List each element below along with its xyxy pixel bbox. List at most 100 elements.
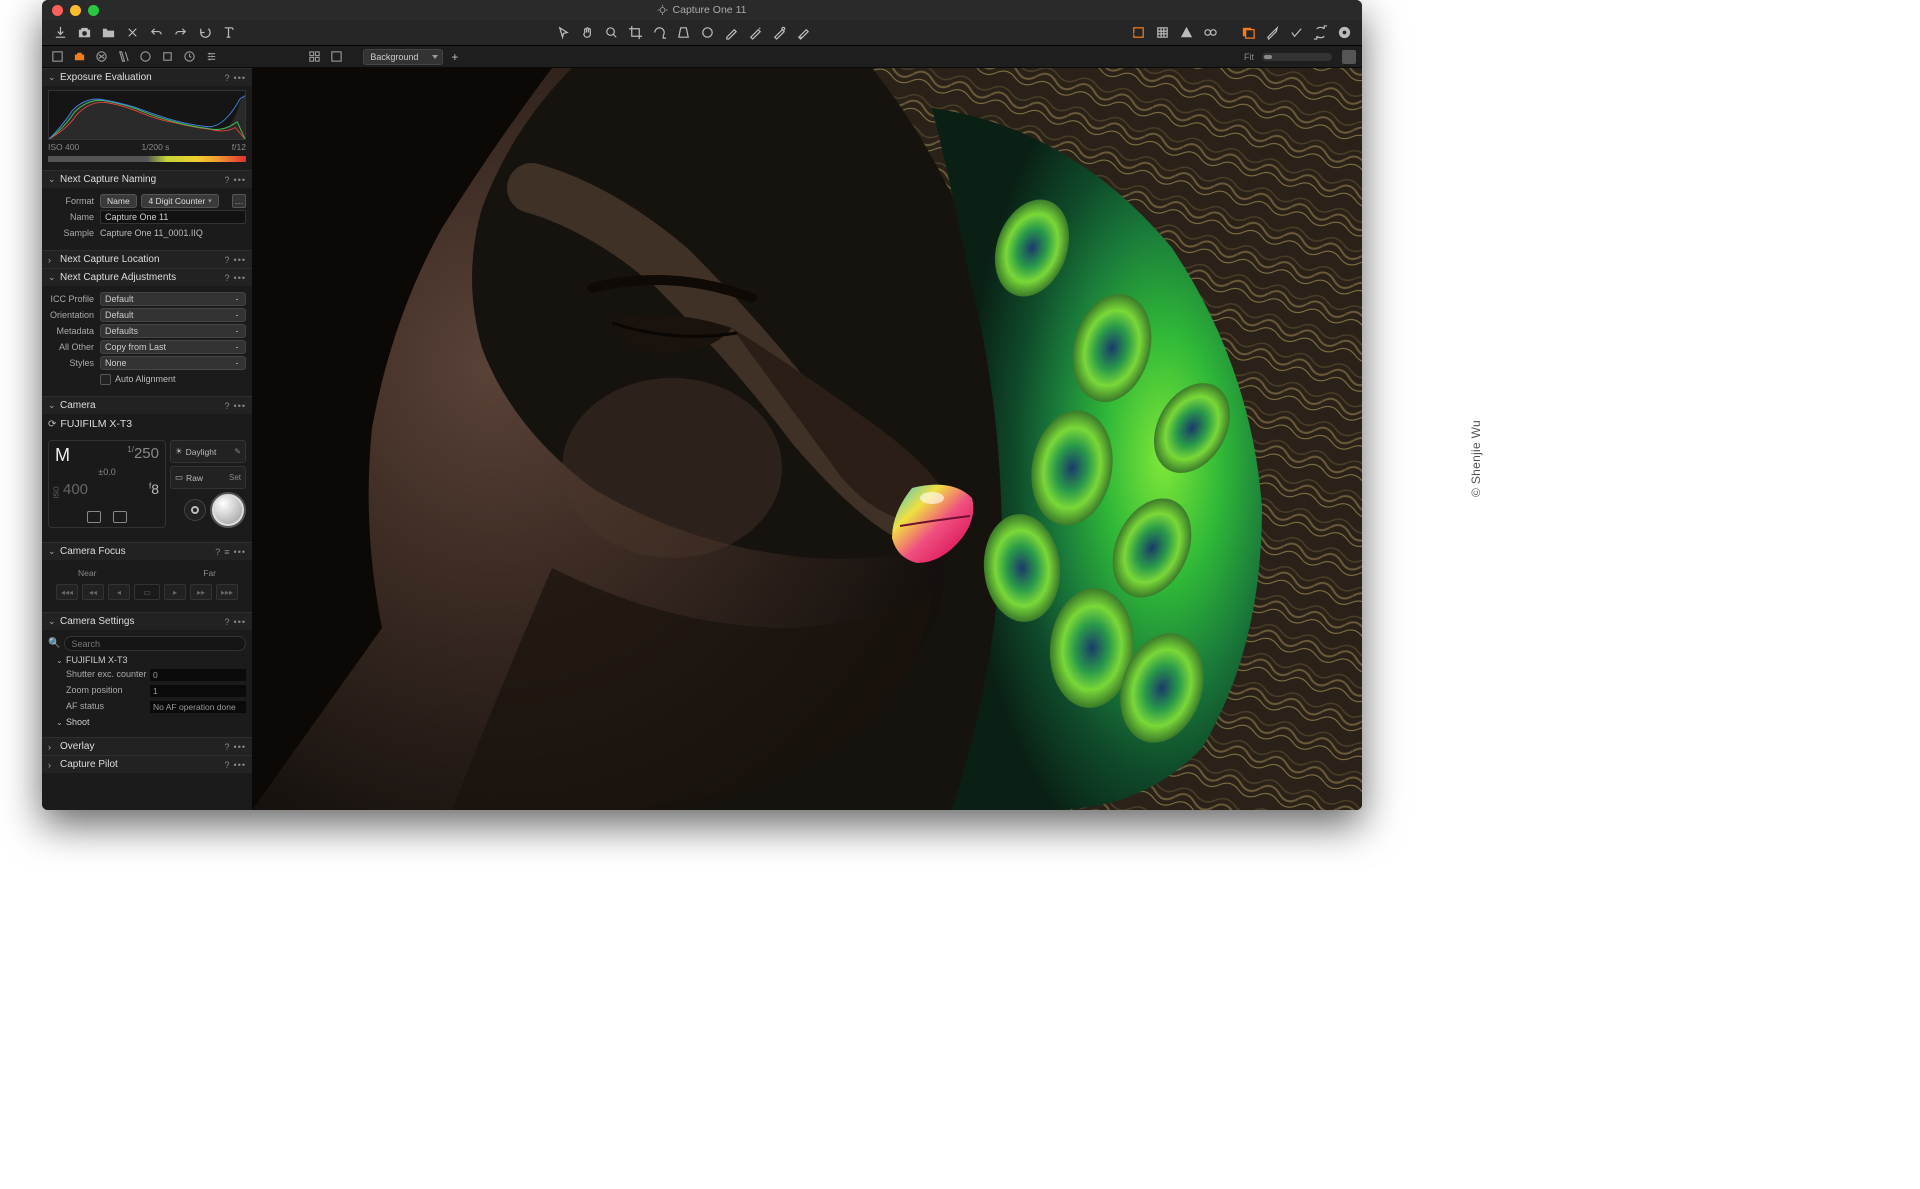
help-icon[interactable]: ? [225, 742, 230, 752]
process-icon[interactable] [1332, 24, 1356, 42]
focus-near-3-button[interactable]: ◂◂◂ [56, 584, 78, 600]
panel-header-camera[interactable]: ⌄ Camera ? ••• [42, 396, 252, 414]
color-tab-icon[interactable] [136, 49, 154, 65]
all-other-select[interactable]: Copy from Last [100, 340, 246, 354]
panel-header-capture-pilot[interactable]: › Capture Pilot ? ••• [42, 755, 252, 773]
focus-near-2-button[interactable]: ◂◂ [82, 584, 104, 600]
counter-token[interactable]: 4 Digit Counter▾ [141, 194, 218, 208]
more-icon[interactable]: ••• [234, 273, 246, 283]
capture-button[interactable] [210, 492, 246, 528]
more-icon[interactable]: ••• [234, 547, 246, 557]
metadata-select[interactable]: Defaults [100, 324, 246, 338]
refresh-icon[interactable] [1308, 24, 1332, 42]
spot-icon[interactable] [695, 24, 719, 42]
details-tab-icon[interactable] [180, 49, 198, 65]
capture-tab-icon[interactable] [70, 49, 88, 65]
help-icon[interactable]: ? [225, 175, 230, 185]
file-format-pill[interactable]: ▭ RawSet [170, 466, 246, 489]
name-token[interactable]: Name [100, 194, 137, 208]
more-icon[interactable]: ••• [234, 175, 246, 185]
settings-tree-shoot[interactable]: ⌄Shoot [48, 715, 246, 729]
focus-far-1-button[interactable]: ▸ [164, 584, 186, 600]
focus-near-1-button[interactable]: ◂ [108, 584, 130, 600]
erase-icon[interactable] [791, 24, 815, 42]
camera-exposure-display[interactable]: M 1/250 ±0.0 ISO 400 f8 [48, 440, 166, 528]
exposure-tab-icon[interactable] [158, 49, 176, 65]
hand-icon[interactable] [575, 24, 599, 42]
focus-far-2-button[interactable]: ▸▸ [190, 584, 212, 600]
metering-icon[interactable] [113, 511, 127, 523]
text-tool-icon[interactable] [216, 24, 240, 42]
camera-icon[interactable] [72, 24, 96, 42]
white-balance-pill[interactable]: ☀ Daylight✎ [170, 440, 246, 463]
more-icon[interactable]: ••• [234, 73, 246, 83]
panel-header-next-capture-location[interactable]: › Next Capture Location ? ••• [42, 250, 252, 268]
zoom-slider[interactable] [1262, 53, 1332, 61]
maximize-window-button[interactable] [88, 5, 99, 16]
panel-header-next-capture-naming[interactable]: ⌄ Next Capture Naming ? ••• [42, 170, 252, 188]
panel-header-exposure-evaluation[interactable]: ⌄ Exposure Evaluation ? ••• [42, 68, 252, 86]
focus-far-3-button[interactable]: ▸▸▸ [216, 584, 238, 600]
lens-tab-icon[interactable] [92, 49, 110, 65]
undo-icon[interactable] [144, 24, 168, 42]
mask-radial-icon[interactable] [767, 24, 791, 42]
close-icon[interactable] [120, 24, 144, 42]
settings-search-input[interactable] [64, 636, 246, 651]
grid-view-icon[interactable] [305, 49, 323, 65]
settings-tree-camera[interactable]: ⌄FUJIFILM X-T3 [48, 653, 246, 667]
more-icon[interactable]: ••• [234, 617, 246, 627]
single-view-icon[interactable] [327, 49, 345, 65]
annotate-icon[interactable] [1260, 24, 1284, 42]
crop-tab-icon[interactable] [114, 49, 132, 65]
capture-name-input[interactable] [100, 210, 246, 224]
panel-header-next-capture-adjustments[interactable]: ⌄ Next Capture Adjustments ? ••• [42, 268, 252, 286]
help-icon[interactable]: ? [225, 255, 230, 265]
image-viewer[interactable] [252, 68, 1362, 810]
reset-icon[interactable] [192, 24, 216, 42]
layer-select[interactable]: Background [363, 49, 443, 65]
live-view-button[interactable] [184, 499, 206, 521]
user-avatar-icon[interactable] [1342, 50, 1356, 64]
folder-icon[interactable] [96, 24, 120, 42]
multi-view-icon[interactable] [1236, 24, 1260, 42]
more-icon[interactable]: ••• [234, 401, 246, 411]
help-icon[interactable]: ? [225, 760, 230, 770]
keystone-icon[interactable] [671, 24, 695, 42]
help-icon[interactable]: ? [225, 617, 230, 627]
help-icon[interactable]: ? [225, 273, 230, 283]
auto-alignment-checkbox[interactable] [100, 374, 111, 385]
help-icon[interactable]: ? [225, 73, 230, 83]
warning-icon[interactable] [1174, 24, 1198, 42]
zoom-icon[interactable] [599, 24, 623, 42]
library-tab-icon[interactable] [48, 49, 66, 65]
orientation-select[interactable]: Default [100, 308, 246, 322]
focus-mask-icon[interactable] [1198, 24, 1222, 42]
af-area-icon[interactable] [87, 511, 101, 523]
rotate-icon[interactable] [647, 24, 671, 42]
adjustments-tab-icon[interactable] [202, 49, 220, 65]
minimize-window-button[interactable] [70, 5, 81, 16]
preset-icon[interactable]: ≡ [224, 547, 229, 557]
mask-draw-icon[interactable] [719, 24, 743, 42]
proof-icon[interactable] [1284, 24, 1308, 42]
cursor-icon[interactable] [551, 24, 575, 42]
panel-header-camera-focus[interactable]: ⌄ Camera Focus ? ≡ ••• [42, 542, 252, 560]
panel-header-camera-settings[interactable]: ⌄ Camera Settings ? ••• [42, 612, 252, 630]
help-icon[interactable]: ? [215, 547, 220, 557]
exposure-warning-icon[interactable] [1126, 24, 1150, 42]
autofocus-button[interactable]: ▭ [134, 584, 160, 600]
styles-select[interactable]: None [100, 356, 246, 370]
redo-icon[interactable] [168, 24, 192, 42]
add-layer-button[interactable]: + [447, 50, 462, 64]
mask-gradient-icon[interactable] [743, 24, 767, 42]
token-menu-button[interactable]: … [232, 194, 246, 208]
more-icon[interactable]: ••• [234, 255, 246, 265]
import-icon[interactable] [48, 24, 72, 42]
cycle-camera-icon[interactable]: ⟳ [48, 419, 56, 430]
grid-icon[interactable] [1150, 24, 1174, 42]
icc-profile-select[interactable]: Default [100, 292, 246, 306]
more-icon[interactable]: ••• [234, 760, 246, 770]
panel-header-overlay[interactable]: › Overlay ? ••• [42, 737, 252, 755]
more-icon[interactable]: ••• [234, 742, 246, 752]
close-window-button[interactable] [52, 5, 63, 16]
